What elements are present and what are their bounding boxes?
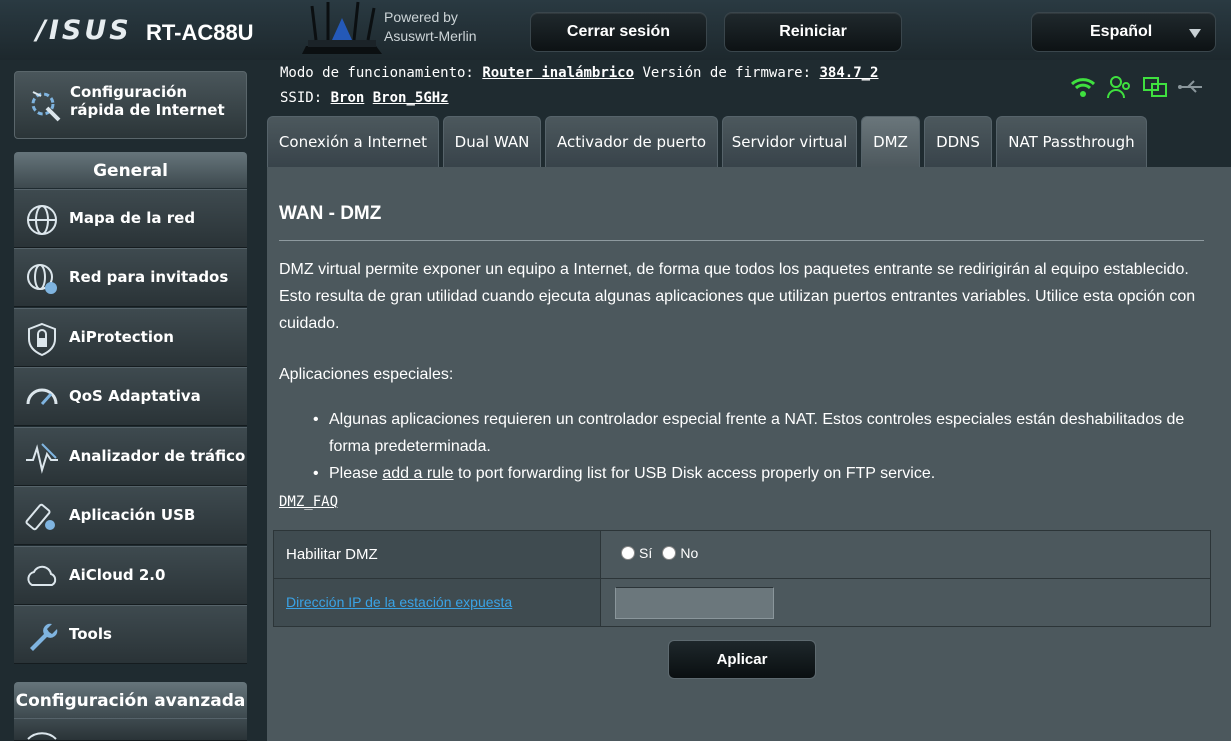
apply-button[interactable]: Aplicar bbox=[668, 640, 816, 679]
dmz-description: DMZ virtual permite exponer un equipo a … bbox=[279, 261, 1196, 332]
usb-status-icon[interactable] bbox=[1176, 74, 1206, 100]
powered-by-line1: Powered by bbox=[384, 9, 458, 25]
tab-ddns[interactable]: DDNS bbox=[924, 116, 992, 167]
tab-virtual-server[interactable]: Servidor virtual bbox=[722, 116, 857, 167]
dmz-settings-table: Habilitar DMZ Sí No Dirección IP de la e… bbox=[273, 530, 1211, 627]
sidebar-item-tools[interactable]: Tools bbox=[14, 605, 247, 664]
sidebar-item-label: Analizador de tráfico bbox=[69, 447, 246, 465]
enable-dmz-label: Habilitar DMZ bbox=[273, 530, 601, 579]
tab-nat-passthrough[interactable]: NAT Passthrough bbox=[996, 116, 1147, 167]
status-icons bbox=[1068, 74, 1206, 100]
list-item: Algunas aplicaciones requieren un contro… bbox=[307, 406, 1217, 460]
page-title: WAN - DMZ bbox=[279, 203, 382, 224]
reboot-button[interactable]: Reiniciar bbox=[724, 12, 902, 52]
dmz-faq-link[interactable]: DMZ_FAQ bbox=[279, 494, 338, 510]
sidebar-item-label: Red para invitados bbox=[69, 268, 229, 286]
sidebar-item-partial[interactable] bbox=[14, 718, 247, 741]
quick-setup-icon bbox=[31, 91, 61, 122]
cloud-icon bbox=[27, 565, 57, 586]
ssid-row: SSID: Bron Bron_5GHz bbox=[280, 90, 449, 106]
wireless-icon bbox=[27, 732, 57, 740]
table-row: Habilitar DMZ Sí No bbox=[273, 530, 1211, 579]
table-row: Dirección IP de la estación expuesta bbox=[273, 578, 1211, 627]
powered-by: Powered by Asuswrt-Merlin bbox=[384, 8, 477, 46]
exposed-ip-label[interactable]: Dirección IP de la estación expuesta bbox=[286, 594, 512, 610]
operation-mode-row: Modo de funcionamiento: Router inalámbri… bbox=[280, 65, 879, 81]
sidebar-item-aiprotection[interactable]: AiProtection bbox=[14, 308, 247, 367]
sidebar-item-traffic-analyzer[interactable]: Analizador de tráfico bbox=[14, 427, 247, 486]
sidebar-item-label: Mapa de la red bbox=[69, 209, 196, 227]
ssid-label: SSID: bbox=[280, 90, 323, 106]
sidebar-item-usb-application[interactable]: Aplicación USB bbox=[14, 486, 247, 545]
guest-network-icon bbox=[27, 264, 57, 294]
router-image bbox=[302, 1, 382, 54]
traffic-analyzer-icon bbox=[26, 443, 58, 474]
exposed-ip-cell bbox=[600, 578, 1211, 627]
quick-internet-setup-button[interactable]: Configuración rápida de Internet bbox=[14, 71, 247, 139]
list-item: Please add a rule to port forwarding lis… bbox=[307, 460, 1217, 487]
add-rule-link[interactable]: add a rule bbox=[382, 465, 453, 482]
special-apps-title: Aplicaciones especiales: bbox=[279, 366, 454, 383]
network-map-icon bbox=[27, 205, 57, 235]
title-divider bbox=[279, 240, 1204, 241]
router-model: RT-AC88U bbox=[146, 20, 254, 45]
radio-dot[interactable] bbox=[662, 546, 677, 560]
yes-label: Sí bbox=[639, 545, 653, 561]
shield-lock-icon bbox=[28, 322, 56, 357]
language-value: Español bbox=[1090, 23, 1153, 40]
speedometer-icon bbox=[26, 388, 58, 406]
sidebar-item-aicloud[interactable]: AiCloud 2.0 bbox=[14, 546, 247, 605]
powered-by-line2: Asuswrt-Merlin bbox=[384, 28, 477, 44]
bullet-1-text: Algunas aplicaciones requieren un contro… bbox=[329, 411, 1185, 455]
content-panel: WAN - DMZ DMZ virtual permite exponer un… bbox=[267, 167, 1231, 741]
exposed-ip-label-cell: Dirección IP de la estación expuesta bbox=[273, 578, 601, 627]
language-select[interactable]: Español bbox=[1031, 12, 1216, 52]
bullet-2-pre: Please bbox=[329, 465, 383, 482]
sidebar-item-qos[interactable]: QoS Adaptativa bbox=[14, 367, 247, 426]
special-apps-list: Algunas aplicaciones requieren un contro… bbox=[307, 406, 1217, 487]
wrench-icon bbox=[30, 623, 58, 651]
firmware-version-link[interactable]: 384.7_2 bbox=[819, 65, 878, 81]
no-label: No bbox=[680, 545, 699, 561]
wifi-icon[interactable] bbox=[1068, 74, 1098, 100]
usb-icon bbox=[25, 503, 55, 531]
sidebar-item-network-map[interactable]: Mapa de la red bbox=[14, 189, 247, 248]
bullet-2-post: to port forwarding list for USB Disk acc… bbox=[453, 465, 936, 482]
mode-label: Modo de funcionamiento: bbox=[280, 65, 474, 81]
sidebar-item-label: QoS Adaptativa bbox=[69, 387, 201, 405]
advanced-section-title: Configuración avanzada bbox=[14, 682, 247, 718]
ssid-5ghz[interactable]: Bron_5GHz bbox=[373, 90, 449, 106]
sidebar-item-label: AiProtection bbox=[69, 328, 174, 346]
ssid-24ghz[interactable]: Bron bbox=[331, 90, 365, 106]
sidebar-item-label: AiCloud 2.0 bbox=[69, 566, 166, 584]
tab-port-trigger[interactable]: Activador de puerto bbox=[545, 116, 718, 167]
quick-setup-label: Configuración rápida de Internet bbox=[70, 83, 225, 119]
mode-value-link[interactable]: Router inalámbrico bbox=[482, 65, 634, 81]
sidebar-item-label: Aplicación USB bbox=[69, 506, 196, 524]
enable-dmz-yes-radio[interactable]: Sí bbox=[621, 545, 652, 561]
enable-dmz-options: Sí No bbox=[600, 530, 1211, 579]
firmware-label: Versión de firmware: bbox=[642, 65, 812, 81]
radio-dot[interactable] bbox=[621, 546, 635, 560]
exposed-ip-input[interactable] bbox=[615, 586, 774, 619]
asus-logo: /ISUS bbox=[36, 15, 132, 46]
chevron-down-icon bbox=[1189, 29, 1201, 38]
enable-dmz-no-radio[interactable]: No bbox=[662, 545, 698, 561]
general-section-title: General bbox=[14, 152, 247, 188]
tab-internet-connection[interactable]: Conexión a Internet bbox=[267, 116, 439, 167]
logout-button[interactable]: Cerrar sesión bbox=[530, 12, 707, 52]
sidebar-item-guest-network[interactable]: Red para invitados bbox=[14, 248, 247, 307]
lan-icon[interactable] bbox=[1140, 74, 1170, 100]
tab-dual-wan[interactable]: Dual WAN bbox=[443, 116, 541, 167]
tab-dmz[interactable]: DMZ bbox=[861, 116, 920, 167]
clients-icon[interactable] bbox=[1104, 74, 1134, 100]
sidebar-item-label: Tools bbox=[69, 625, 112, 643]
